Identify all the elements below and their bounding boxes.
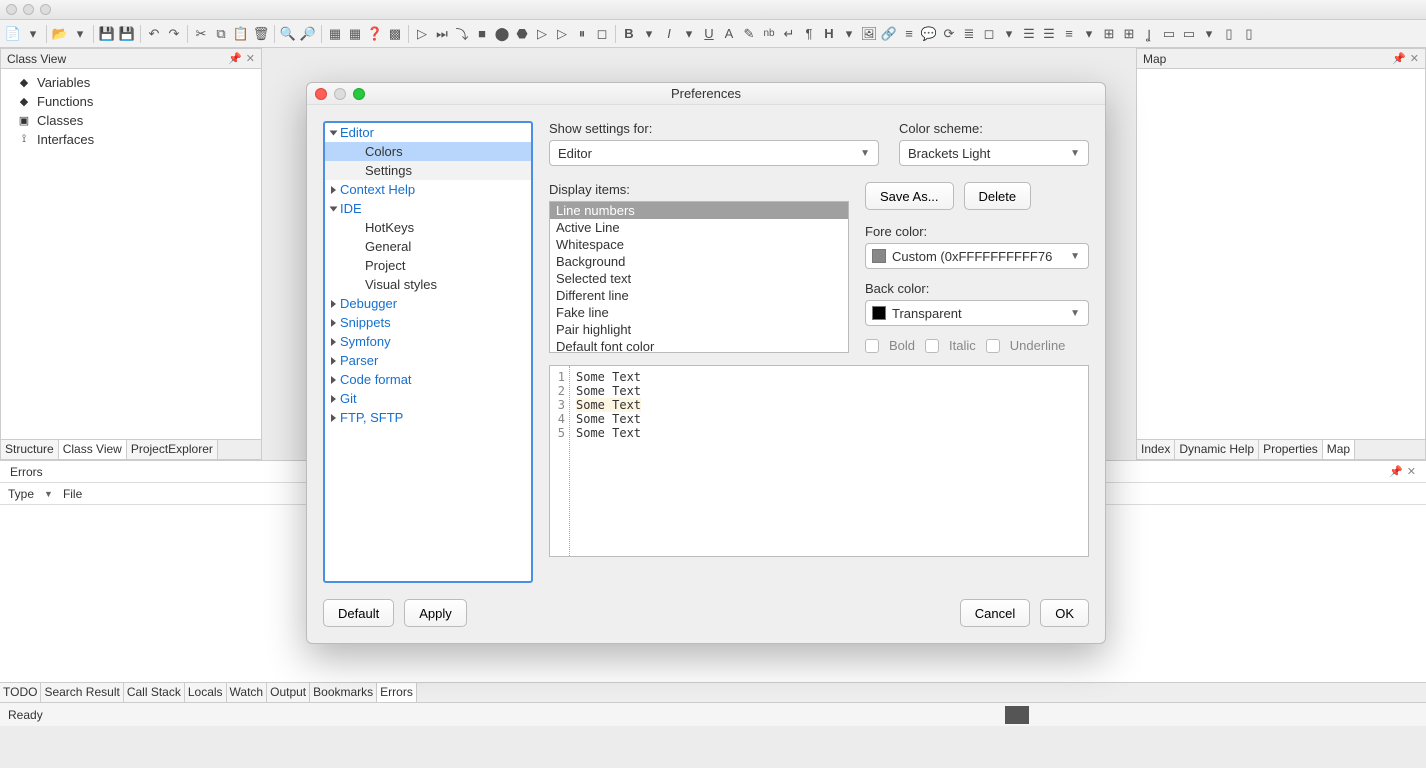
dialog-titlebar[interactable]: Preferences bbox=[307, 83, 1105, 105]
display-item[interactable]: Default font color bbox=[550, 338, 848, 353]
tree-item-context-help[interactable]: Context Help bbox=[325, 180, 531, 199]
tree-item-ftp-sftp[interactable]: FTP, SFTP bbox=[325, 408, 531, 427]
display-item[interactable]: Background bbox=[550, 253, 848, 270]
italic-checkbox[interactable] bbox=[925, 339, 939, 353]
display-item[interactable]: Active Line bbox=[550, 219, 848, 236]
bold-checkbox[interactable] bbox=[865, 339, 879, 353]
display-item[interactable]: Pair highlight bbox=[550, 321, 848, 338]
color-swatch bbox=[872, 306, 886, 320]
display-item[interactable]: Fake line bbox=[550, 304, 848, 321]
cancel-button[interactable]: Cancel bbox=[960, 599, 1030, 627]
chevron-down-icon: ▼ bbox=[1070, 148, 1080, 159]
show-settings-select[interactable]: Editor▼ bbox=[549, 140, 879, 166]
tree-item-settings[interactable]: Settings bbox=[325, 161, 531, 180]
display-item[interactable]: Selected text bbox=[550, 270, 848, 287]
display-item[interactable]: Line numbers bbox=[550, 202, 848, 219]
chevron-down-icon: ▼ bbox=[1070, 308, 1080, 319]
label: Fore color: bbox=[865, 224, 1089, 239]
tree-item-debugger[interactable]: Debugger bbox=[325, 294, 531, 313]
tree-item-parser[interactable]: Parser bbox=[325, 351, 531, 370]
disclosure-icon[interactable] bbox=[330, 130, 338, 135]
tree-item-hotkeys[interactable]: HotKeys bbox=[325, 218, 531, 237]
tree-item-colors[interactable]: Colors bbox=[325, 142, 531, 161]
disclosure-icon[interactable] bbox=[331, 395, 336, 403]
chevron-down-icon: ▼ bbox=[1070, 251, 1080, 262]
label: Show settings for: bbox=[549, 121, 879, 136]
delete-button[interactable]: Delete bbox=[964, 182, 1032, 210]
label: Back color: bbox=[865, 281, 1089, 296]
tree-item-code-format[interactable]: Code format bbox=[325, 370, 531, 389]
disclosure-icon[interactable] bbox=[331, 300, 336, 308]
tree-item-snippets[interactable]: Snippets bbox=[325, 313, 531, 332]
disclosure-icon[interactable] bbox=[331, 414, 336, 422]
fore-color-select[interactable]: Custom (0xFFFFFFFFFF76 ▼ bbox=[865, 243, 1089, 269]
back-color-select[interactable]: Transparent ▼ bbox=[865, 300, 1089, 326]
tree-item-visual-styles[interactable]: Visual styles bbox=[325, 275, 531, 294]
disclosure-icon[interactable] bbox=[331, 319, 336, 327]
preview-editor: 12345 Some TextSome TextSome TextSome Te… bbox=[549, 365, 1089, 557]
color-swatch bbox=[872, 249, 886, 263]
ok-button[interactable]: OK bbox=[1040, 599, 1089, 627]
preferences-tree[interactable]: EditorColorsSettings Context Help IDEHot… bbox=[323, 121, 533, 583]
preferences-dialog: Preferences EditorColorsSettings Context… bbox=[306, 82, 1106, 644]
tree-item-symfony[interactable]: Symfony bbox=[325, 332, 531, 351]
underline-checkbox[interactable] bbox=[986, 339, 1000, 353]
chevron-down-icon: ▼ bbox=[860, 148, 870, 159]
default-button[interactable]: Default bbox=[323, 599, 394, 627]
dialog-zoom-icon[interactable] bbox=[353, 88, 365, 100]
dialog-minimize-icon bbox=[334, 88, 346, 100]
tree-item-editor[interactable]: Editor bbox=[325, 123, 531, 142]
save-as-button[interactable]: Save As... bbox=[865, 182, 954, 210]
dialog-close-icon[interactable] bbox=[315, 88, 327, 100]
display-item[interactable]: Whitespace bbox=[550, 236, 848, 253]
label: Color scheme: bbox=[899, 121, 1089, 136]
disclosure-icon[interactable] bbox=[331, 376, 336, 384]
disclosure-icon[interactable] bbox=[331, 338, 336, 346]
display-items-list[interactable]: Line numbersActive LineWhitespaceBackgro… bbox=[549, 201, 849, 353]
apply-button[interactable]: Apply bbox=[404, 599, 467, 627]
tree-item-ide[interactable]: IDE bbox=[325, 199, 531, 218]
tree-item-general[interactable]: General bbox=[325, 237, 531, 256]
tree-item-git[interactable]: Git bbox=[325, 389, 531, 408]
display-item[interactable]: Different line bbox=[550, 287, 848, 304]
dialog-title: Preferences bbox=[671, 86, 741, 101]
disclosure-icon[interactable] bbox=[330, 206, 338, 211]
tree-item-project[interactable]: Project bbox=[325, 256, 531, 275]
color-scheme-select[interactable]: Brackets Light▼ bbox=[899, 140, 1089, 166]
disclosure-icon[interactable] bbox=[331, 186, 336, 194]
label: Display items: bbox=[549, 182, 849, 197]
disclosure-icon[interactable] bbox=[331, 357, 336, 365]
